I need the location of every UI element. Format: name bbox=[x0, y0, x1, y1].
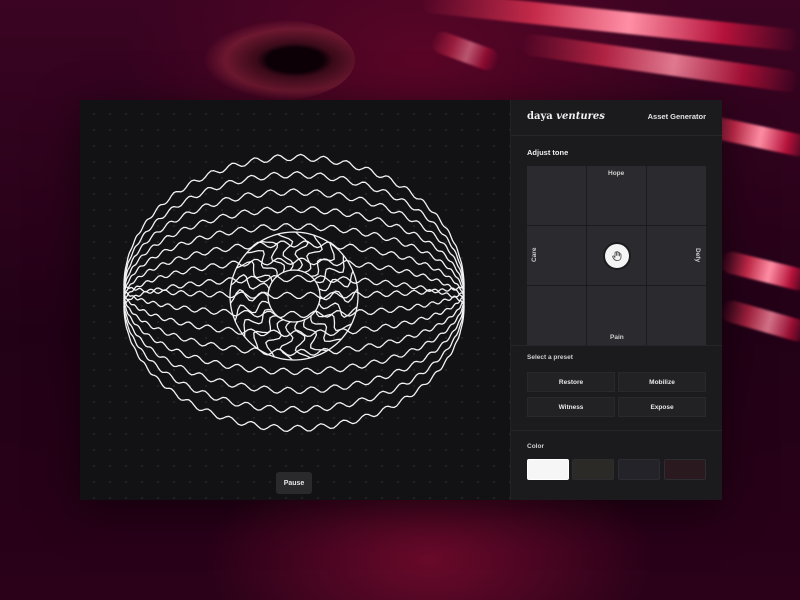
eye-contour-line bbox=[123, 257, 465, 414]
preset-restore-button[interactable]: Restore bbox=[527, 372, 615, 392]
pause-button[interactable]: Pause bbox=[276, 472, 312, 494]
axis-label-defy: Defy bbox=[694, 248, 701, 263]
background-eye bbox=[205, 20, 355, 100]
color-swatch-white[interactable] bbox=[527, 459, 569, 480]
tone-knob[interactable] bbox=[605, 244, 629, 268]
iris-ray-line bbox=[294, 231, 309, 271]
eye-contour-line bbox=[123, 223, 465, 376]
eye-contour-line bbox=[123, 240, 465, 395]
axis-label-hope: Hope bbox=[608, 170, 625, 177]
asset-generator-window: Pause daya ventures Asset Generator Adju… bbox=[80, 100, 722, 500]
divider bbox=[511, 345, 722, 346]
color-swatch-plum[interactable] bbox=[664, 459, 706, 480]
color-swatch-slate[interactable] bbox=[618, 459, 660, 480]
hand-icon bbox=[612, 251, 622, 261]
divider bbox=[511, 135, 722, 136]
axis-label-care: Care bbox=[531, 247, 538, 262]
settings-panel: daya ventures Asset Generator Adjust ton… bbox=[510, 100, 722, 500]
color-swatch-olive[interactable] bbox=[572, 459, 614, 480]
page-title: Asset Generator bbox=[647, 112, 706, 121]
preset-heading: Select a preset bbox=[527, 354, 573, 361]
iris-ray-line bbox=[310, 242, 335, 278]
iris-ray-line bbox=[279, 321, 294, 361]
preset-witness-button[interactable]: Witness bbox=[527, 397, 615, 417]
preview-canvas: Pause bbox=[80, 100, 510, 500]
color-heading: Color bbox=[527, 443, 544, 450]
divider bbox=[511, 430, 722, 431]
eye-illustration bbox=[123, 153, 465, 433]
brand-logo: daya ventures bbox=[527, 111, 605, 122]
preset-expose-button[interactable]: Expose bbox=[618, 397, 706, 417]
iris-ray-line bbox=[253, 314, 278, 350]
preset-mobilize-button[interactable]: Mobilize bbox=[618, 372, 706, 392]
adjust-tone-heading: Adjust tone bbox=[527, 148, 569, 157]
axis-label-pain: Pain bbox=[610, 334, 624, 341]
